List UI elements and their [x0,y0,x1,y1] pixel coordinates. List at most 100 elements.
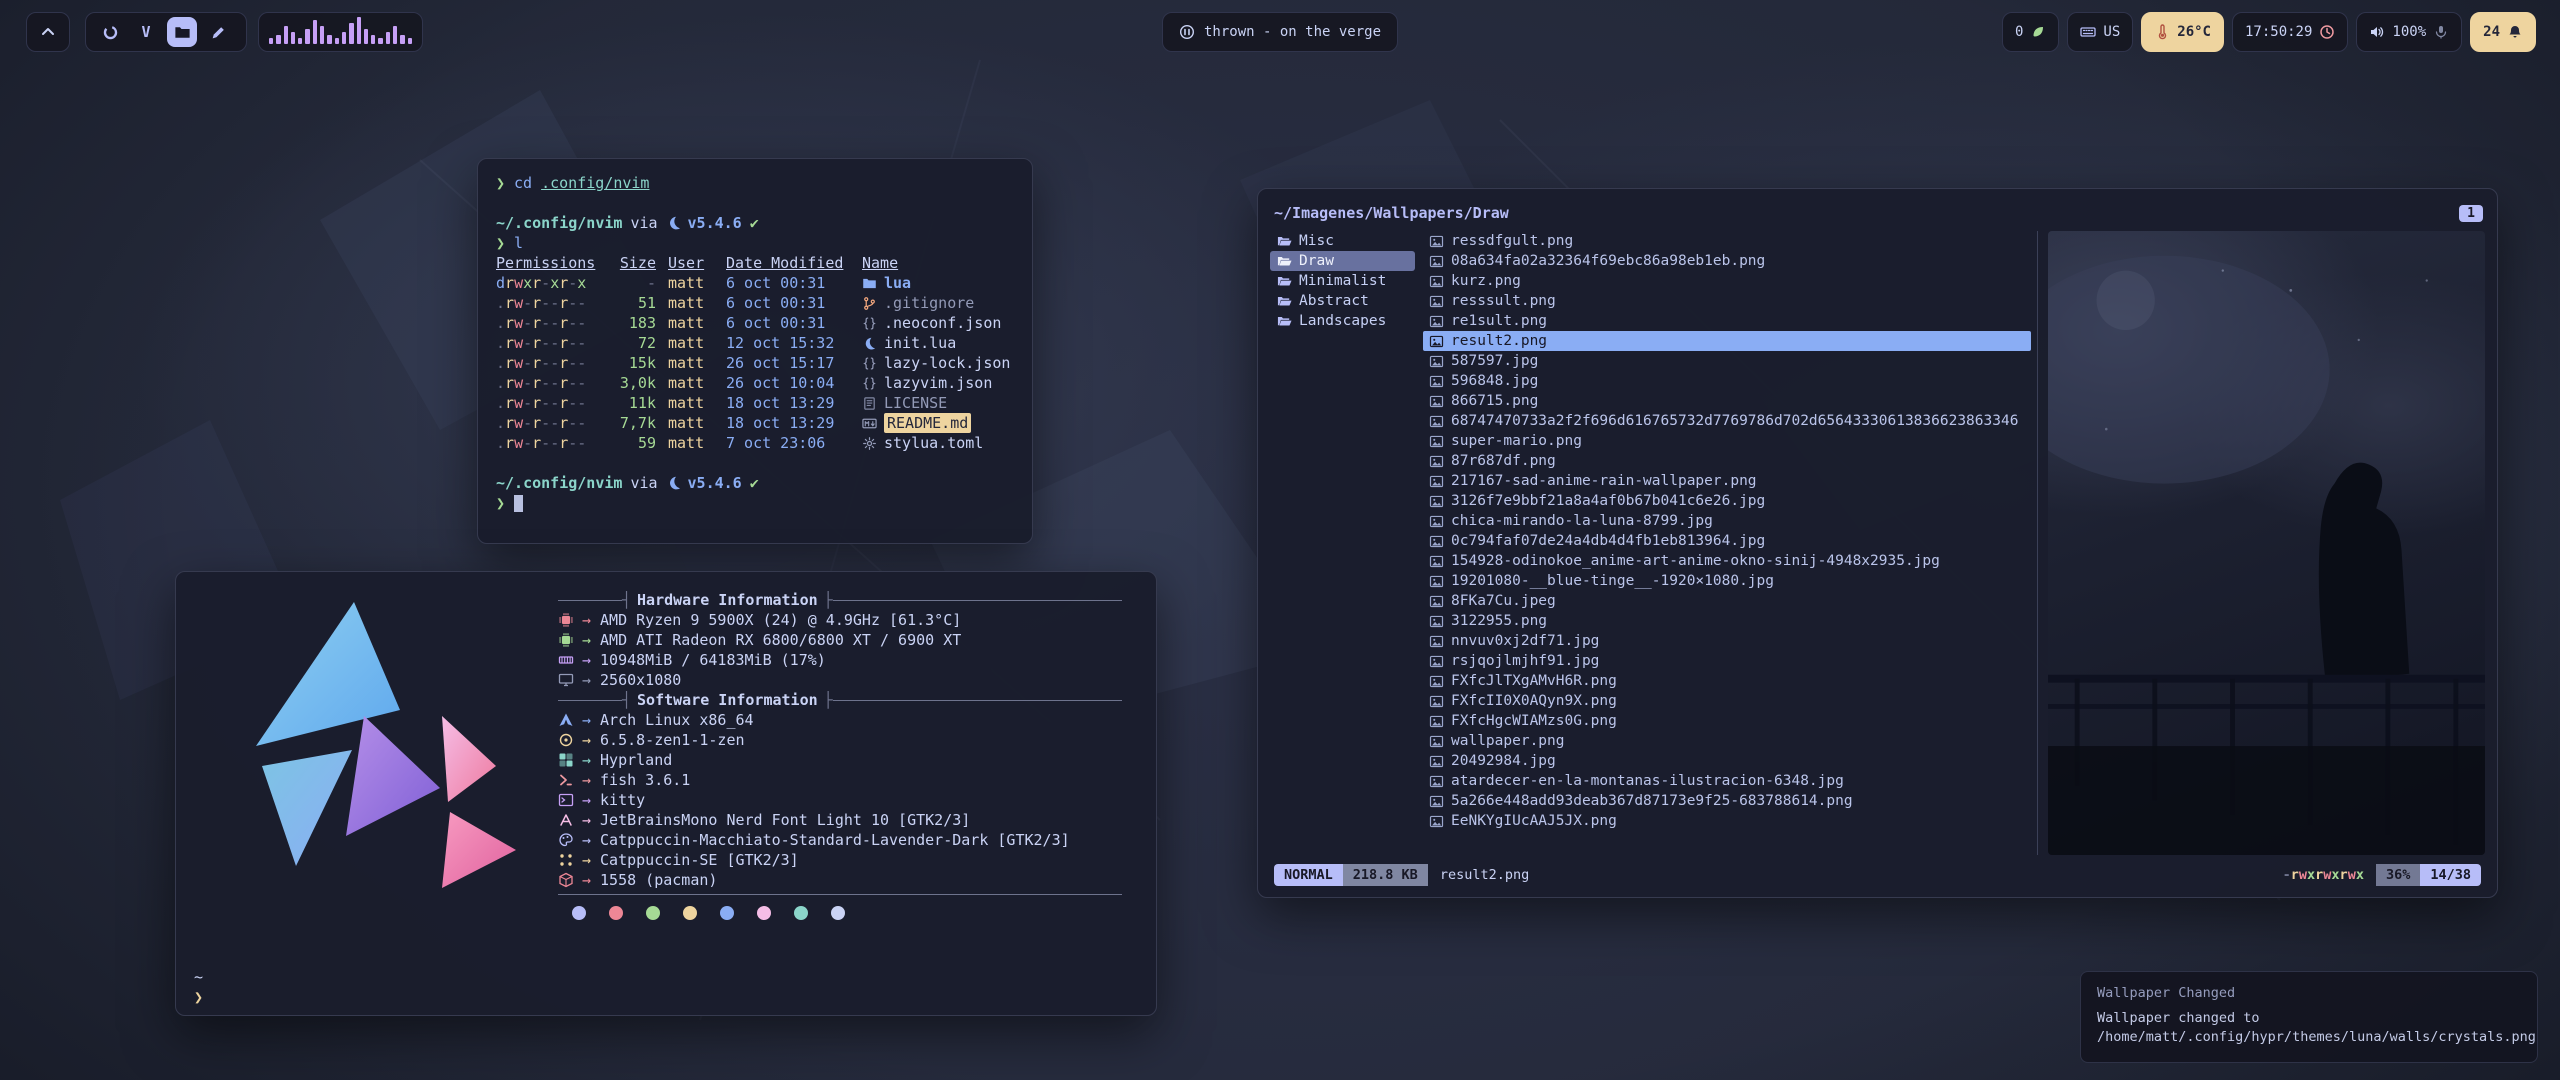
file-row[interactable]: result2.png [1423,331,2031,351]
file-row[interactable]: 596848.jpg [1423,371,2031,391]
fetch-terminal-window[interactable]: ┤Hardware Information├ →AMD Ryzen 9 5900… [175,571,1157,1016]
file-row[interactable]: 08a634fa02a32364f69ebc86a98eb1eb.png [1423,251,2031,271]
volume-widget[interactable]: 100% [2356,12,2462,52]
file-row[interactable]: 19201080-__blue-tinge__-1920×1080.jpg [1423,571,2031,591]
terminal-input-line[interactable]: ❯ [496,493,1014,513]
file-name: init.lua [884,333,956,353]
sidebar-folder-misc[interactable]: Misc [1270,231,1415,251]
file-date: 6 oct 00:31 [726,313,850,333]
sidebar-folder-minimalist[interactable]: Minimalist [1270,271,1415,291]
tab-badge[interactable]: 1 [2459,205,2483,222]
updates-widget[interactable]: 0 [2002,12,2059,52]
clock-icon [2319,24,2335,40]
file-owner: matt [668,313,714,333]
box-icon [558,872,574,888]
arrow-icon: → [582,810,591,830]
terminal-window[interactable]: ❯ cd .config/nvim ~/.config/nvim via v5.… [477,158,1033,544]
visualizer-bar [371,35,375,44]
notification-title: Wallpaper Changed [2097,984,2521,1003]
file-row[interactable]: 0c794faf07de24a4db4d4fb1eb813964.jpg [1423,531,2031,551]
file-row[interactable]: 5a266e448add93deab367d87173e9f25-6837886… [1423,791,2031,811]
file-row-name: result2.png [1451,333,1547,349]
file-row[interactable]: nnvuv0xj2df71.jpg [1423,631,2031,651]
file-row[interactable]: rsjqojlmjhf91.jpg [1423,651,2031,671]
file-row[interactable]: EeNKYgIUcAAJ5JX.png [1423,811,2031,831]
sidebar-folder-draw[interactable]: Draw [1270,251,1415,271]
permissions-text: .rw-r--r-- [496,393,598,413]
file-row[interactable]: FXfcII0X0AQyn9X.png [1423,691,2031,711]
file-manager-window[interactable]: ~/Imagenes/Wallpapers/Draw 1 MiscDrawMin… [1257,188,2498,898]
image-preview [2048,231,2485,855]
image-icon [1429,594,1444,609]
prompt-cwd: ~ [194,967,203,987]
prompt-char: ❯ [496,233,505,253]
file-row[interactable]: 866715.png [1423,391,2031,411]
image-icon [1429,414,1444,429]
file-row[interactable]: 87r687df.png [1423,451,2031,471]
notifications-widget[interactable]: 24 [2470,12,2536,52]
file-size: 7,7k [610,413,656,433]
clock-widget[interactable]: 17:50:29 [2232,12,2348,52]
file-manager-body: MiscDrawMinimalistAbstractLandscapes res… [1270,231,2485,855]
top-bar: V thrown - on the verge 0 US 26°C 17:50:… [0,0,2560,56]
fetch-info-row: →JetBrainsMono Nerd Font Light 10 [GTK2/… [558,810,1136,830]
file-row[interactable]: kurz.png [1423,271,2031,291]
launcher-button[interactable] [26,12,70,52]
shell-prompt-line: ~/.config/nvim via v5.4.6 ✔ [496,213,1014,233]
file-row[interactable]: 20492984.jpg [1423,751,2031,771]
ring-icon [102,24,119,41]
music-icon [1179,24,1195,40]
workspace-button-1[interactable] [95,17,125,47]
git-icon [862,296,877,311]
file-row[interactable]: 68747470733a2f2f696d616765732d7769786d70… [1423,411,2031,431]
keyboard-layout-widget[interactable]: US [2067,12,2133,52]
file-row[interactable]: 154928-odinokoe_anime-art-anime-okno-sin… [1423,551,2031,571]
notification-popup[interactable]: Wallpaper Changed Wallpaper changed to /… [2080,971,2538,1063]
file-owner: matt [668,293,714,313]
file-row[interactable]: super-mario.png [1423,431,2031,451]
media-player-widget[interactable]: thrown - on the verge [1162,12,1398,52]
file-row[interactable]: FXfcJlTXgAMvH6R.png [1423,671,2031,691]
temperature-widget[interactable]: 26°C [2141,12,2224,52]
palette-dot [794,906,808,920]
file-row[interactable]: re1sult.png [1423,311,2031,331]
workspace-button-4[interactable] [203,17,233,47]
command-text: cd [514,173,532,193]
workspace-button-3[interactable] [167,17,197,47]
file-row[interactable]: chica-mirando-la-luna-8799.jpg [1423,511,2031,531]
arrow-icon: → [582,610,591,630]
fetch-info-row: →Hyprland [558,750,1136,770]
chip-icon [558,612,574,628]
workspace-button-2[interactable]: V [131,17,161,47]
file-row[interactable]: ressdfgult.png [1423,231,2031,251]
status-widgets: 0 US 26°C 17:50:29 100% 24 [2002,12,2536,52]
selected-file-name: result2.png [1440,867,1529,883]
sidebar-folder-abstract[interactable]: Abstract [1270,291,1415,311]
file-name: LICENSE [884,393,947,413]
file-owner: matt [668,393,714,413]
visualizer-bar [342,32,346,44]
file-row[interactable]: atardecer-en-la-montanas-ilustracion-634… [1423,771,2031,791]
speaker-icon [2369,24,2385,40]
updates-count: 0 [2015,24,2023,40]
file-row[interactable]: 587597.jpg [1423,351,2031,371]
palette-dot [572,906,586,920]
visualizer-bar [408,38,412,44]
ls-output: PermissionsSizeUserDate ModifiedNamedrwx… [496,253,1014,453]
file-row[interactable]: 217167-sad-anime-rain-wallpaper.png [1423,471,2031,491]
file-row[interactable]: 3126f7e9bbf21a8a4af0b67b041c6e26.jpg [1423,491,2031,511]
ram-icon [558,652,574,668]
file-row[interactable]: resssult.png [1423,291,2031,311]
file-row[interactable]: wallpaper.png [1423,731,2031,751]
palette-dot [683,906,697,920]
file-row[interactable]: 3122955.png [1423,611,2031,631]
file-row[interactable]: FXfcHgcWIAMzs0G.png [1423,711,2031,731]
prompt-via: via [630,213,657,233]
file-row-name: 154928-odinokoe_anime-art-anime-okno-sin… [1451,553,1940,569]
file-row[interactable]: 8FKa7Cu.jpeg [1423,591,2031,611]
fetch-info-value: 1558 (pacman) [600,870,717,890]
v-icon: V [141,23,150,41]
sidebar-folder-landscapes[interactable]: Landscapes [1270,311,1415,331]
preview-art [2048,231,2485,855]
status-bar: NORMAL 218.8 KB result2.png -rwxrwxrwx 3… [1274,863,2481,887]
